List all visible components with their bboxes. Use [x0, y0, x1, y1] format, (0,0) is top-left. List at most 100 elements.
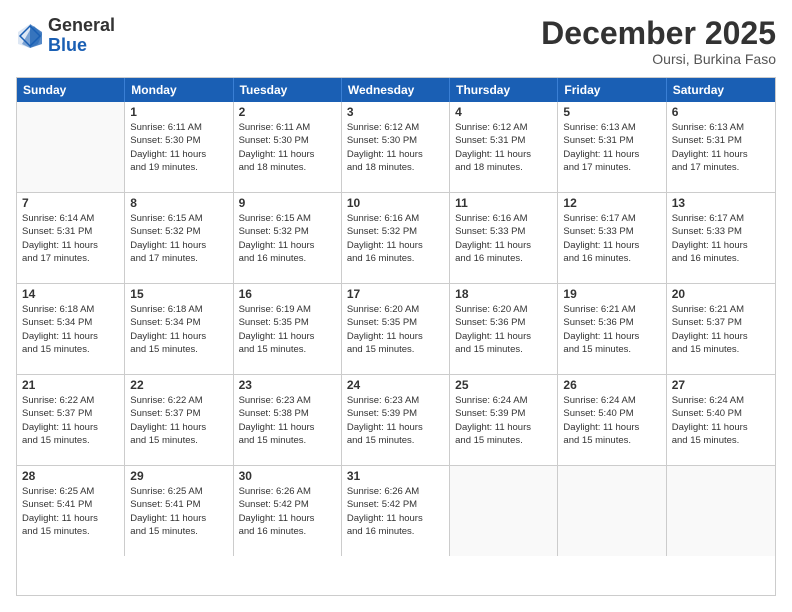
day-info: Sunrise: 6:22 AM Sunset: 5:37 PM Dayligh…	[22, 394, 119, 447]
day-number: 30	[239, 469, 336, 483]
day-info: Sunrise: 6:21 AM Sunset: 5:36 PM Dayligh…	[563, 303, 660, 356]
day-info: Sunrise: 6:24 AM Sunset: 5:40 PM Dayligh…	[672, 394, 770, 447]
day-info: Sunrise: 6:19 AM Sunset: 5:35 PM Dayligh…	[239, 303, 336, 356]
day-info: Sunrise: 6:17 AM Sunset: 5:33 PM Dayligh…	[672, 212, 770, 265]
day-number: 13	[672, 196, 770, 210]
calendar-header-cell: Wednesday	[342, 78, 450, 102]
calendar-cell: 7Sunrise: 6:14 AM Sunset: 5:31 PM Daylig…	[17, 193, 125, 283]
calendar-cell: 8Sunrise: 6:15 AM Sunset: 5:32 PM Daylig…	[125, 193, 233, 283]
calendar-cell: 22 Sunrise: 6:22 AM Sunset: 5:37 PM Dayli…	[125, 375, 233, 465]
day-number: 26	[563, 378, 660, 392]
calendar-cell: 31 Sunrise: 6:26 AM Sunset: 5:42 PM Dayli…	[342, 466, 450, 556]
calendar-header-cell: Thursday	[450, 78, 558, 102]
day-number: 29	[130, 469, 227, 483]
calendar-cell: 4Sunrise: 6:12 AM Sunset: 5:31 PM Daylig…	[450, 102, 558, 192]
day-info: Sunrise: 6:13 AM Sunset: 5:31 PM Dayligh…	[672, 121, 770, 174]
day-number: 24	[347, 378, 444, 392]
calendar-cell: 12 Sunrise: 6:17 AM Sunset: 5:33 PM Dayli…	[558, 193, 666, 283]
day-number: 27	[672, 378, 770, 392]
calendar-header-cell: Saturday	[667, 78, 775, 102]
day-number: 5	[563, 105, 660, 119]
month-title: December 2025	[541, 16, 776, 51]
calendar-cell: 14 Sunrise: 6:18 AM Sunset: 5:34 PM Dayli…	[17, 284, 125, 374]
day-number: 10	[347, 196, 444, 210]
day-info: Sunrise: 6:11 AM Sunset: 5:30 PM Dayligh…	[130, 121, 227, 174]
day-info: Sunrise: 6:20 AM Sunset: 5:36 PM Dayligh…	[455, 303, 552, 356]
calendar-cell: 18Sunrise: 6:20 AM Sunset: 5:36 PM Dayli…	[450, 284, 558, 374]
calendar-cell: 28 Sunrise: 6:25 AM Sunset: 5:41 PM Dayli…	[17, 466, 125, 556]
calendar-cell: 19Sunrise: 6:21 AM Sunset: 5:36 PM Dayli…	[558, 284, 666, 374]
calendar-cell	[558, 466, 666, 556]
location: Oursi, Burkina Faso	[541, 51, 776, 67]
day-number: 3	[347, 105, 444, 119]
day-info: Sunrise: 6:26 AM Sunset: 5:42 PM Dayligh…	[347, 485, 444, 538]
day-info: Sunrise: 6:21 AM Sunset: 5:37 PM Dayligh…	[672, 303, 770, 356]
calendar-cell: 20 Sunrise: 6:21 AM Sunset: 5:37 PM Dayli…	[667, 284, 775, 374]
calendar-cell: 25Sunrise: 6:24 AM Sunset: 5:39 PM Dayli…	[450, 375, 558, 465]
day-number: 8	[130, 196, 227, 210]
calendar-cell: 15Sunrise: 6:18 AM Sunset: 5:34 PM Dayli…	[125, 284, 233, 374]
day-number: 21	[22, 378, 119, 392]
day-number: 12	[563, 196, 660, 210]
day-number: 28	[22, 469, 119, 483]
day-number: 25	[455, 378, 552, 392]
calendar: SundayMondayTuesdayWednesdayThursdayFrid…	[16, 77, 776, 596]
day-info: Sunrise: 6:24 AM Sunset: 5:40 PM Dayligh…	[563, 394, 660, 447]
calendar-body: 1 Sunrise: 6:11 AM Sunset: 5:30 PM Daylig…	[17, 102, 775, 556]
calendar-cell: 16 Sunrise: 6:19 AM Sunset: 5:35 PM Dayli…	[234, 284, 342, 374]
day-info: Sunrise: 6:25 AM Sunset: 5:41 PM Dayligh…	[22, 485, 119, 538]
calendar-cell: 1 Sunrise: 6:11 AM Sunset: 5:30 PM Daylig…	[125, 102, 233, 192]
day-info: Sunrise: 6:26 AM Sunset: 5:42 PM Dayligh…	[239, 485, 336, 538]
day-number: 14	[22, 287, 119, 301]
day-info: Sunrise: 6:17 AM Sunset: 5:33 PM Dayligh…	[563, 212, 660, 265]
day-number: 6	[672, 105, 770, 119]
day-number: 31	[347, 469, 444, 483]
calendar-cell	[450, 466, 558, 556]
calendar-cell: 30 Sunrise: 6:26 AM Sunset: 5:42 PM Dayli…	[234, 466, 342, 556]
calendar-cell: 9 Sunrise: 6:15 AM Sunset: 5:32 PM Daylig…	[234, 193, 342, 283]
day-info: Sunrise: 6:14 AM Sunset: 5:31 PM Dayligh…	[22, 212, 119, 265]
title-area: December 2025 Oursi, Burkina Faso	[541, 16, 776, 67]
day-number: 16	[239, 287, 336, 301]
day-info: Sunrise: 6:22 AM Sunset: 5:37 PM Dayligh…	[130, 394, 227, 447]
logo: General Blue	[16, 16, 115, 56]
calendar-week-row: 28 Sunrise: 6:25 AM Sunset: 5:41 PM Dayli…	[17, 466, 775, 556]
calendar-week-row: 14 Sunrise: 6:18 AM Sunset: 5:34 PM Dayli…	[17, 284, 775, 375]
calendar-cell: 10 Sunrise: 6:16 AM Sunset: 5:32 PM Dayli…	[342, 193, 450, 283]
day-info: Sunrise: 6:23 AM Sunset: 5:39 PM Dayligh…	[347, 394, 444, 447]
calendar-header-cell: Sunday	[17, 78, 125, 102]
day-number: 22	[130, 378, 227, 392]
logo-icon	[16, 22, 44, 50]
calendar-header-cell: Tuesday	[234, 78, 342, 102]
calendar-cell	[17, 102, 125, 192]
day-number: 20	[672, 287, 770, 301]
day-info: Sunrise: 6:16 AM Sunset: 5:32 PM Dayligh…	[347, 212, 444, 265]
calendar-cell: 29Sunrise: 6:25 AM Sunset: 5:41 PM Dayli…	[125, 466, 233, 556]
calendar-week-row: 7Sunrise: 6:14 AM Sunset: 5:31 PM Daylig…	[17, 193, 775, 284]
day-info: Sunrise: 6:15 AM Sunset: 5:32 PM Dayligh…	[239, 212, 336, 265]
calendar-cell: 27 Sunrise: 6:24 AM Sunset: 5:40 PM Dayli…	[667, 375, 775, 465]
day-number: 9	[239, 196, 336, 210]
calendar-header: SundayMondayTuesdayWednesdayThursdayFrid…	[17, 78, 775, 102]
day-number: 17	[347, 287, 444, 301]
calendar-cell: 17 Sunrise: 6:20 AM Sunset: 5:35 PM Dayli…	[342, 284, 450, 374]
day-number: 1	[130, 105, 227, 119]
day-info: Sunrise: 6:11 AM Sunset: 5:30 PM Dayligh…	[239, 121, 336, 174]
day-info: Sunrise: 6:16 AM Sunset: 5:33 PM Dayligh…	[455, 212, 552, 265]
page: General Blue December 2025 Oursi, Burkin…	[0, 0, 792, 612]
day-number: 23	[239, 378, 336, 392]
logo-text: General Blue	[48, 16, 115, 56]
day-info: Sunrise: 6:18 AM Sunset: 5:34 PM Dayligh…	[22, 303, 119, 356]
calendar-cell: 26 Sunrise: 6:24 AM Sunset: 5:40 PM Dayli…	[558, 375, 666, 465]
day-number: 11	[455, 196, 552, 210]
day-info: Sunrise: 6:12 AM Sunset: 5:30 PM Dayligh…	[347, 121, 444, 174]
logo-blue: Blue	[48, 36, 115, 56]
calendar-cell: 13 Sunrise: 6:17 AM Sunset: 5:33 PM Dayli…	[667, 193, 775, 283]
calendar-header-cell: Friday	[558, 78, 666, 102]
day-info: Sunrise: 6:20 AM Sunset: 5:35 PM Dayligh…	[347, 303, 444, 356]
calendar-cell	[667, 466, 775, 556]
calendar-header-cell: Monday	[125, 78, 233, 102]
day-number: 2	[239, 105, 336, 119]
calendar-week-row: 21 Sunrise: 6:22 AM Sunset: 5:37 PM Dayli…	[17, 375, 775, 466]
day-info: Sunrise: 6:18 AM Sunset: 5:34 PM Dayligh…	[130, 303, 227, 356]
